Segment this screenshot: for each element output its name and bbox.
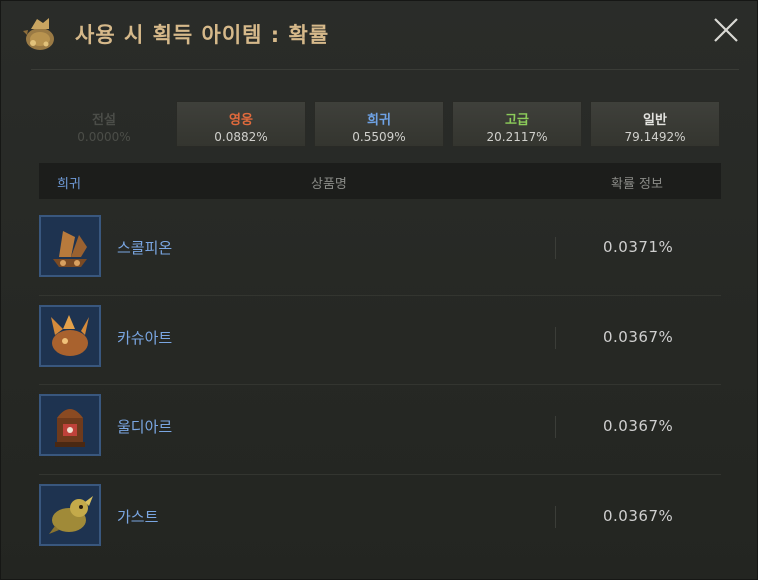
title-bar: 사용 시 획득 아이템 : 확률 <box>1 1 758 67</box>
column-divider <box>555 326 556 349</box>
list-item[interactable]: 스콜피온 0.0371% <box>39 206 721 296</box>
item-probability: 0.0367% <box>603 327 674 346</box>
header-item-name: 상품명 <box>311 177 347 192</box>
item-name: 카슈아트 <box>117 328 173 347</box>
gast-creature-icon <box>39 483 101 546</box>
title-divider <box>31 69 739 70</box>
item-probability: 0.0367% <box>603 506 674 525</box>
tab-grade-heroic[interactable]: 영웅 0.0882% <box>176 101 306 147</box>
item-probability-window: 사용 시 획득 아이템 : 확률 전설 0.0000% 영웅 0.0882% 희… <box>0 0 758 580</box>
tab-grade-advanced[interactable]: 고급 20.2117% <box>452 101 582 147</box>
uldiar-lantern-icon <box>39 394 101 456</box>
column-divider <box>555 237 556 259</box>
grade-percent: 20.2117% <box>486 130 548 144</box>
window-title: 사용 시 획득 아이템 : 확률 <box>75 23 330 47</box>
item-name: 울디아르 <box>117 418 173 436</box>
list-header: 희귀 상품명 확률 정보 <box>39 163 721 199</box>
tab-grade-legendary[interactable]: 전설 0.0000% <box>39 101 169 147</box>
item-name: 스콜피온 <box>117 239 173 257</box>
tab-grade-normal[interactable]: 일반 79.1492% <box>590 101 720 147</box>
tab-grade-rare[interactable]: 희귀 0.5509% <box>314 101 444 147</box>
item-list: 스콜피온 0.0371% 카슈아트 0.0367% 울디아르 0.0367% 가… <box>39 206 721 563</box>
grade-tabs: 전설 0.0000% 영웅 0.0882% 희귀 0.5509% 고급 20.2… <box>39 101 723 147</box>
grade-name: 일반 <box>643 113 667 128</box>
grade-name: 고급 <box>505 113 529 128</box>
grade-name: 전설 <box>92 113 116 128</box>
list-item[interactable]: 카슈아트 0.0367% <box>39 296 721 385</box>
grade-name: 영웅 <box>229 113 253 128</box>
grade-percent: 0.0882% <box>214 130 268 144</box>
grade-percent: 79.1492% <box>624 130 686 144</box>
close-icon <box>714 18 738 42</box>
grade-name: 희귀 <box>367 113 391 128</box>
column-divider <box>555 416 556 438</box>
list-item[interactable]: 울디아르 0.0367% <box>39 385 721 475</box>
grade-percent: 0.5509% <box>352 130 406 144</box>
close-button[interactable] <box>711 15 741 45</box>
item-name: 가스트 <box>117 507 159 526</box>
header-grade: 희귀 <box>57 177 81 192</box>
item-probability: 0.0371% <box>603 238 674 256</box>
treasure-pouch-icon <box>19 13 59 53</box>
kashuat-creature-icon <box>39 304 101 367</box>
grade-percent: 0.0000% <box>77 130 131 144</box>
list-item[interactable]: 가스트 0.0367% <box>39 475 721 564</box>
scorpion-ship-icon <box>39 215 101 277</box>
header-probability: 확률 정보 <box>611 177 663 192</box>
column-divider <box>555 505 556 528</box>
item-probability: 0.0367% <box>603 417 674 435</box>
